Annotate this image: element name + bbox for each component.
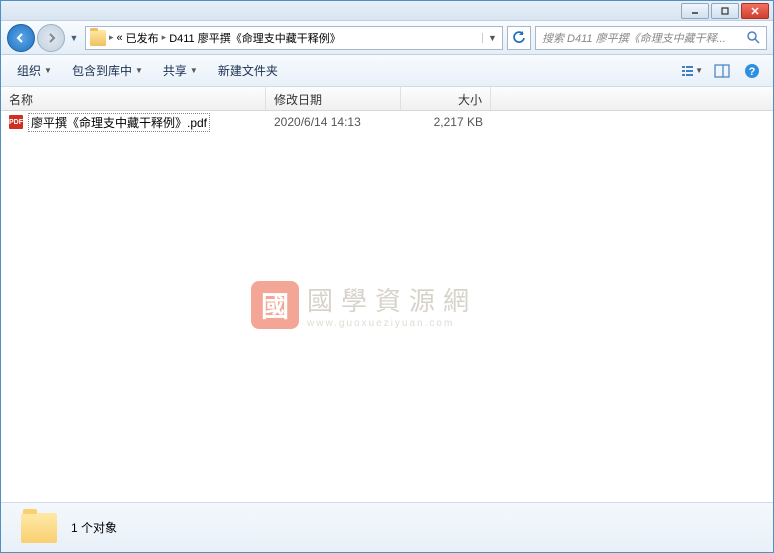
- new-folder-button[interactable]: 新建文件夹: [212, 59, 284, 82]
- titlebar: [1, 1, 773, 21]
- file-list: PDF 廖平撰《命理支中藏干释例》.pdf 2020/6/14 14:13 2,…: [1, 111, 773, 501]
- share-button[interactable]: 共享▼: [157, 59, 204, 82]
- navbar: ▼ ▸ « 已发布 ▸ D411 廖平撰《命理支中藏干释例》 ▼ 搜索 D411…: [1, 21, 773, 55]
- back-button[interactable]: [7, 24, 35, 52]
- file-row[interactable]: PDF 廖平撰《命理支中藏干释例》.pdf 2020/6/14 14:13 2,…: [1, 111, 773, 133]
- history-dropdown[interactable]: ▼: [67, 28, 81, 48]
- watermark-url: www.guoxueziyuan.com: [307, 318, 477, 329]
- breadcrumb-part[interactable]: 已发布: [126, 30, 159, 46]
- search-icon: [747, 31, 760, 44]
- search-placeholder: 搜索 D411 廖平撰《命理支中藏干释...: [542, 30, 743, 46]
- maximize-button[interactable]: [711, 3, 739, 19]
- chevron-down-icon: ▼: [190, 66, 198, 75]
- file-size: 2,217 KB: [401, 115, 491, 129]
- breadcrumb-part[interactable]: D411 廖平撰《命理支中藏干释例》: [169, 30, 341, 46]
- forward-button[interactable]: [37, 24, 65, 52]
- column-date[interactable]: 修改日期: [266, 87, 401, 110]
- watermark-icon: 國: [251, 281, 299, 329]
- chevron-right-icon: ▸: [162, 32, 167, 43]
- include-in-library-button[interactable]: 包含到库中▼: [66, 59, 149, 82]
- status-count: 1 个对象: [71, 519, 117, 536]
- pdf-icon: PDF: [9, 115, 23, 129]
- help-button[interactable]: ?: [741, 60, 763, 82]
- minimize-button[interactable]: [681, 3, 709, 19]
- file-date: 2020/6/14 14:13: [266, 115, 401, 129]
- view-options-button[interactable]: ▼: [681, 60, 703, 82]
- watermark: 國 國學資源網 www.guoxueziyuan.com: [251, 281, 477, 329]
- refresh-button[interactable]: [507, 26, 531, 50]
- chevron-down-icon: ▼: [135, 66, 143, 75]
- chevron-right-icon: ▸: [109, 32, 114, 43]
- organize-button[interactable]: 组织▼: [11, 59, 58, 82]
- folder-icon: [21, 513, 57, 543]
- breadcrumb-dropdown[interactable]: ▼: [482, 33, 498, 43]
- chevron-down-icon: ▼: [44, 66, 52, 75]
- close-button[interactable]: [741, 3, 769, 19]
- preview-pane-button[interactable]: [711, 60, 733, 82]
- statusbar: 1 个对象: [1, 502, 773, 552]
- file-name: 廖平撰《命理支中藏干释例》.pdf: [28, 113, 210, 132]
- watermark-title: 國學資源網: [307, 281, 477, 318]
- column-size[interactable]: 大小: [401, 87, 491, 110]
- svg-text:?: ?: [749, 66, 756, 78]
- search-input[interactable]: 搜索 D411 廖平撰《命理支中藏干释...: [535, 26, 767, 50]
- column-name[interactable]: 名称: [1, 87, 266, 110]
- toolbar: 组织▼ 包含到库中▼ 共享▼ 新建文件夹 ▼ ?: [1, 55, 773, 87]
- folder-icon: [90, 30, 106, 46]
- breadcrumb-prefix: «: [117, 32, 123, 44]
- breadcrumb[interactable]: ▸ « 已发布 ▸ D411 廖平撰《命理支中藏干释例》 ▼: [85, 26, 503, 50]
- column-headers: 名称 修改日期 大小: [1, 87, 773, 111]
